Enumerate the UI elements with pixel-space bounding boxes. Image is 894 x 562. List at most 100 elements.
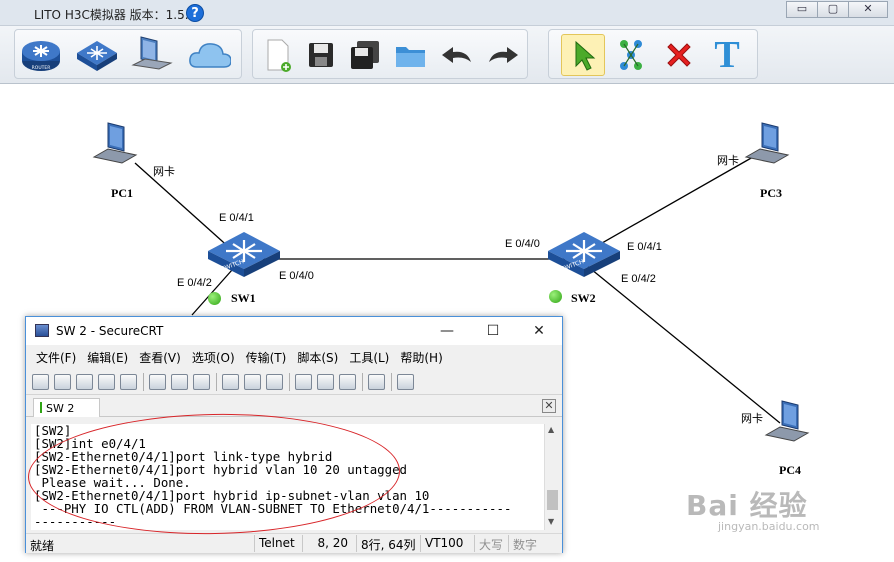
connect-tool-button[interactable] <box>609 34 653 76</box>
computer-icon <box>131 36 173 70</box>
connect-tab-icon[interactable] <box>76 373 93 390</box>
print-setup-icon[interactable] <box>222 373 239 390</box>
app-titlebar: LITO H3C模拟器 版本：1.5.2 ? ▭ ▢ ✕ <box>0 0 894 26</box>
undo-button[interactable] <box>435 34 479 76</box>
menu-tools[interactable]: 工具(L) <box>349 349 389 366</box>
menu-edit[interactable]: 编辑(E) <box>87 349 128 366</box>
new-file-button[interactable] <box>255 34 299 76</box>
disconnect-icon[interactable] <box>120 373 137 390</box>
pc4-label: PC4 <box>779 463 801 477</box>
baidu-watermark: Bai 经验 jingyan.baidu.com <box>686 484 820 533</box>
undo-icon <box>442 47 471 63</box>
sw2-port-e041: E 0/4/1 <box>627 241 662 253</box>
menu-file[interactable]: 文件(F) <box>36 349 76 366</box>
sw2-port-e040: E 0/4/0 <box>505 238 540 250</box>
session-options-icon[interactable] <box>295 373 312 390</box>
pc3-nic-label: 网卡 <box>717 155 739 167</box>
pc1-computer-icon[interactable] <box>90 121 144 173</box>
cursor-arrow-icon <box>575 40 596 71</box>
print-icon[interactable] <box>266 373 283 390</box>
toolbar-separator <box>362 372 363 391</box>
watermark-url: jingyan.baidu.com <box>718 520 820 533</box>
pc4-nic-label: 网卡 <box>741 413 763 425</box>
pc1-nic-label: 网卡 <box>153 166 175 178</box>
securecrt-menubar: 文件(F) 编辑(E) 查看(V) 选项(O) 传输(T) 脚本(S) 工具(L… <box>26 345 562 369</box>
status-num: 数字 <box>508 535 541 552</box>
delete-x-icon <box>667 43 691 67</box>
status-protocol: Telnet <box>254 535 299 552</box>
global-options-icon[interactable] <box>317 373 334 390</box>
connect-icon[interactable] <box>32 373 49 390</box>
save-as-button[interactable] <box>343 34 387 76</box>
keymap-icon[interactable] <box>339 373 356 390</box>
quick-connect-icon[interactable] <box>54 373 71 390</box>
app-title: LITO H3C模拟器 版本：1.5.2 <box>34 8 197 22</box>
switch-tool-button[interactable] <box>75 34 119 76</box>
print-selection-icon[interactable] <box>244 373 261 390</box>
securecrt-maximize-button[interactable]: ☐ <box>470 317 516 345</box>
redo-button[interactable] <box>481 34 525 76</box>
main-toolbar: ROUTER T <box>0 26 894 84</box>
find-icon[interactable] <box>193 373 210 390</box>
toolbar-separator <box>143 372 144 391</box>
scroll-up-icon[interactable]: ▲ <box>548 425 554 434</box>
reconnect-icon[interactable] <box>98 373 115 390</box>
router-icon-label: ROUTER <box>32 65 51 71</box>
edit-toolbar-group: T <box>548 29 758 79</box>
help-icon[interactable]: ? <box>186 4 204 22</box>
securecrt-window[interactable]: SW 2 - SecureCRT — ☐ ✕ 文件(F) 编辑(E) 查看(V)… <box>25 316 563 553</box>
session-tab[interactable]: SW 2 <box>33 398 100 417</box>
window-controls: ▭ ▢ ✕ <box>786 1 888 18</box>
pc-tool-button[interactable] <box>131 34 175 76</box>
router-tool-button[interactable]: ROUTER <box>19 34 63 76</box>
sw1-port-e041: E 0/4/1 <box>219 212 254 224</box>
select-tool-button[interactable] <box>561 34 605 76</box>
terminal-scrollbar[interactable]: ▲ ▼ <box>544 424 559 530</box>
sw1-switch-icon[interactable]: SWITCH <box>204 229 284 281</box>
sw2-label: SW2 <box>571 291 596 305</box>
pc1-label: PC1 <box>111 186 133 200</box>
redo-icon <box>489 47 518 63</box>
status-cursor: 8, 20 <box>302 535 352 552</box>
delete-tool-button[interactable] <box>657 34 701 76</box>
session-tab-label: SW 2 <box>46 402 75 415</box>
text-tool-button[interactable]: T <box>705 34 749 76</box>
sftp-icon[interactable] <box>397 373 414 390</box>
menu-script[interactable]: 脚本(S) <box>297 349 338 366</box>
toolbar-separator <box>289 372 290 391</box>
toolbar-separator <box>391 372 392 391</box>
cloud-tool-button[interactable] <box>187 34 231 76</box>
securecrt-statusbar: 就绪 Telnet 8, 20 8行, 64列 VT100 大写 数字 <box>26 533 562 553</box>
menu-help[interactable]: 帮助(H) <box>400 349 442 366</box>
minimize-button[interactable]: ▭ <box>786 1 818 18</box>
securecrt-tabbar: SW 2 ✕ <box>26 395 562 417</box>
scroll-down-icon[interactable]: ▼ <box>548 517 554 526</box>
copy-icon[interactable] <box>149 373 166 390</box>
sw2-status-led <box>549 290 562 303</box>
watermark-brand: Bai 经验 <box>686 489 808 522</box>
close-button[interactable]: ✕ <box>848 1 888 18</box>
securecrt-close-button[interactable]: ✕ <box>516 317 562 345</box>
menu-view[interactable]: 查看(V) <box>139 349 181 366</box>
sw1-port-e040: E 0/4/0 <box>279 270 314 282</box>
tab-close-icon[interactable]: ✕ <box>542 399 556 413</box>
sw1-port-e042: E 0/4/2 <box>177 277 212 289</box>
securecrt-titlebar[interactable]: SW 2 - SecureCRT — ☐ ✕ <box>26 317 562 345</box>
sw1-status-led <box>208 292 221 305</box>
securecrt-minimize-button[interactable]: — <box>424 317 470 345</box>
sw2-switch-icon[interactable]: SWITCH <box>544 229 624 281</box>
pc3-computer-icon[interactable] <box>736 121 790 173</box>
status-rowcol: 8行, 64列 <box>356 535 420 552</box>
open-folder-button[interactable] <box>389 34 433 76</box>
maximize-button[interactable]: ▢ <box>817 1 849 18</box>
save-button[interactable] <box>299 34 343 76</box>
terminal-output[interactable]: [SW2] [SW2]int e0/4/1 [SW2-Ethernet0/4/1]p… <box>31 424 544 530</box>
help-icon[interactable] <box>368 373 385 390</box>
scrollbar-thumb[interactable] <box>547 490 558 510</box>
pc4-computer-icon[interactable] <box>762 399 814 451</box>
menu-options[interactable]: 选项(O) <box>192 349 235 366</box>
menu-transfer[interactable]: 传输(T) <box>246 349 287 366</box>
terminal-line: ----------- <box>34 514 117 529</box>
paste-icon[interactable] <box>171 373 188 390</box>
status-ready: 就绪 <box>30 539 55 553</box>
